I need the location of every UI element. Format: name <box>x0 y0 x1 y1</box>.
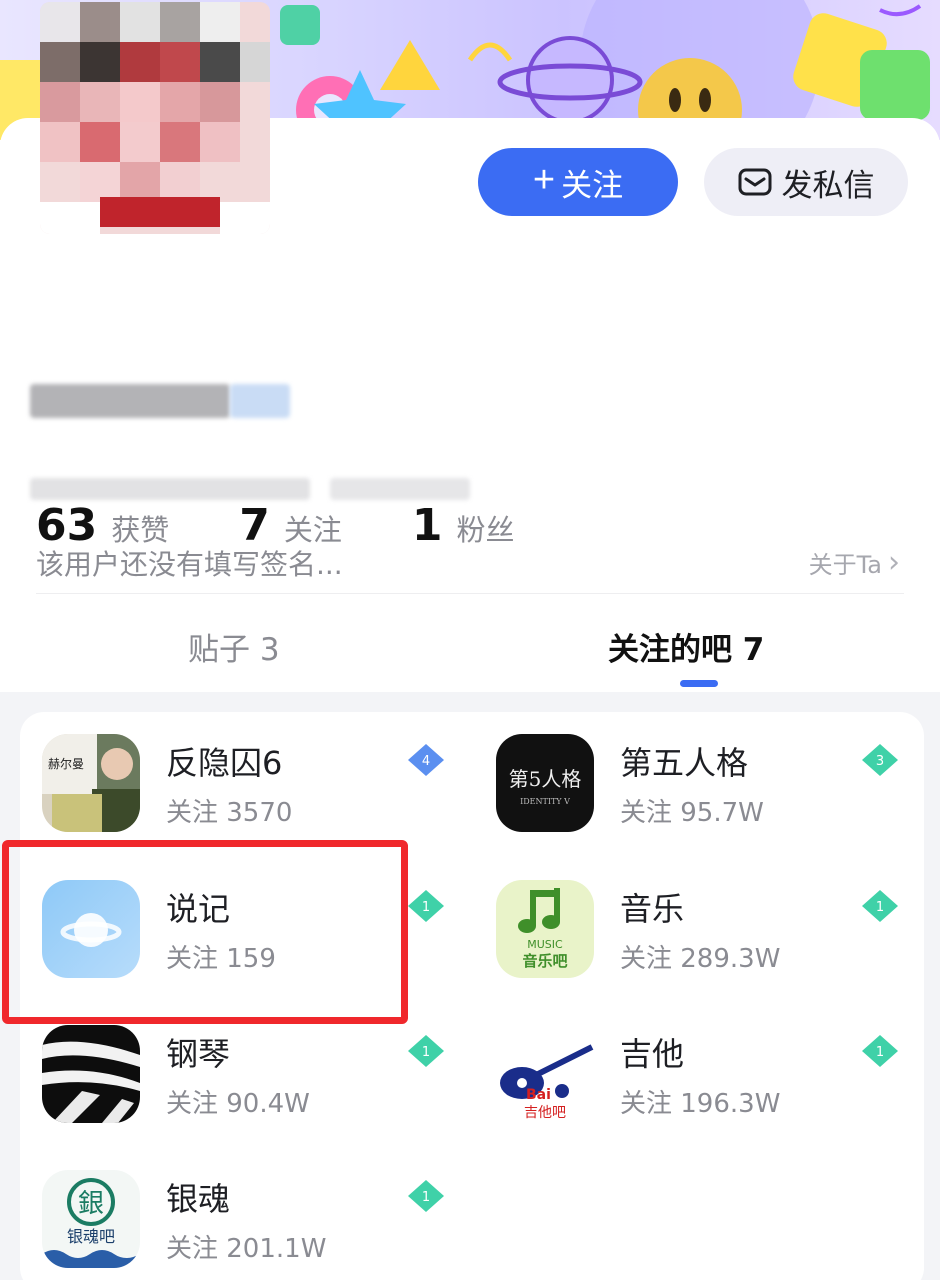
bar-name: 反隐囚6 <box>166 744 283 782</box>
bar-followers: 关注 95.7W <box>620 798 764 828</box>
message-label: 发私信 <box>781 167 875 203</box>
level-number: 1 <box>422 900 430 915</box>
stat-following[interactable]: 7 关注 <box>239 500 342 551</box>
bar-item-fanyinqiu[interactable]: 赫尔曼 反隐囚6 关注 3570 4 <box>42 734 462 844</box>
bar-followers: 关注 196.3W <box>620 1089 781 1119</box>
bar-avatar-title: 第5人格 <box>509 767 582 791</box>
level-badge-icon: 1 <box>408 1180 444 1212</box>
chevron-right-icon: › <box>888 544 900 580</box>
tab-followed-bars[interactable]: 关注的吧 7 <box>608 624 764 669</box>
bar-name: 吉他 <box>620 1035 685 1073</box>
stat-value: 7 <box>239 500 270 551</box>
level-number: 4 <box>422 754 430 769</box>
bar-avatar-caption: 吉他吧 <box>524 1105 566 1121</box>
level-number: 3 <box>876 754 884 769</box>
level-badge-icon: 1 <box>862 1035 898 1067</box>
bar-followers: 关注 3570 <box>166 798 293 828</box>
about-label: 关于Ta <box>808 551 882 579</box>
bar-followers: 关注 201.1W <box>166 1234 327 1264</box>
stat-label: 获赞 <box>111 513 170 547</box>
level-badge-icon: 1 <box>408 890 444 922</box>
bar-avatar: 第5人格 IDENTITY V <box>496 734 594 832</box>
bar-avatar-image: Bai 吉他吧 <box>496 1025 594 1123</box>
bar-name: 音乐 <box>620 890 685 928</box>
bar-avatar-brand: Bai <box>526 1087 551 1103</box>
bar-avatar-image: MUSIC 音乐吧 <box>496 880 594 978</box>
bar-item-identity-v[interactable]: 第5人格 IDENTITY V 第五人格 关注 95.7W 3 <box>496 734 916 844</box>
username-redacted <box>30 376 292 426</box>
bar-avatar-image: 赫尔曼 <box>42 734 140 832</box>
level-badge-icon: 4 <box>408 744 444 776</box>
message-button[interactable]: 发私信 <box>704 148 908 216</box>
bar-avatar <box>42 1025 140 1123</box>
stat-label: 关注 <box>283 513 342 547</box>
bar-avatar-image <box>42 1025 140 1123</box>
bar-avatar-caption: 赫尔曼 <box>48 756 84 771</box>
divider <box>36 593 904 594</box>
about-link[interactable]: 关于Ta › <box>809 545 900 580</box>
stat-fans[interactable]: 1 粉丝 <box>412 500 515 551</box>
bar-name: 第五人格 <box>620 744 749 782</box>
level-number: 1 <box>876 900 884 915</box>
bar-item-guitar[interactable]: Bai 吉他吧 吉他 关注 196.3W 1 <box>496 1025 916 1135</box>
stat-likes[interactable]: 63 获赞 <box>36 500 169 551</box>
tab-posts[interactable]: 贴子 3 <box>188 624 280 669</box>
bar-avatar: 赫尔曼 <box>42 734 140 832</box>
bar-avatar: 銀 银魂吧 <box>42 1170 140 1268</box>
level-number: 1 <box>422 1190 430 1205</box>
plus-icon: + <box>532 159 556 201</box>
bar-followers: 关注 289.3W <box>620 944 781 974</box>
level-number: 1 <box>422 1045 430 1060</box>
bar-avatar-subtitle: IDENTITY V <box>520 797 570 806</box>
bar-item-music[interactable]: MUSIC 音乐吧 音乐 关注 289.3W 1 <box>496 880 916 990</box>
user-stats: 63 获赞 7 关注 1 粉丝 <box>36 500 585 551</box>
avatar-pixelated-image <box>40 2 270 234</box>
bar-avatar-caption: 音乐吧 <box>522 952 567 970</box>
bar-avatar-caption: 银魂吧 <box>67 1227 115 1246</box>
highlight-box <box>2 840 408 1024</box>
mail-icon <box>738 168 771 196</box>
bar-avatar: MUSIC 音乐吧 <box>496 880 594 978</box>
avatar[interactable] <box>40 2 270 234</box>
level-number: 1 <box>876 1045 884 1060</box>
bar-avatar: Bai 吉他吧 <box>496 1025 594 1123</box>
bar-avatar-seal: 銀 <box>78 1189 104 1219</box>
bar-avatar-image: 第5人格 IDENTITY V <box>496 734 594 832</box>
stat-value: 1 <box>411 500 443 551</box>
stat-value: 63 <box>36 500 98 551</box>
stat-label: 粉丝 <box>456 513 515 547</box>
level-badge-icon: 1 <box>408 1035 444 1067</box>
bar-avatar-caption-en: MUSIC <box>527 938 563 951</box>
tab-active-indicator <box>680 680 718 687</box>
bar-followers: 关注 90.4W <box>166 1089 310 1119</box>
bar-avatar-image: 銀 银魂吧 <box>42 1170 140 1268</box>
bar-item-piano[interactable]: 钢琴 关注 90.4W 1 <box>42 1025 462 1135</box>
profile-tabs: 贴子 3 关注的吧 7 <box>0 600 940 692</box>
follow-button[interactable]: + 关注 <box>478 148 678 216</box>
level-badge-icon: 3 <box>862 744 898 776</box>
level-badge-icon: 1 <box>862 890 898 922</box>
bar-name: 银魂 <box>166 1180 231 1218</box>
bar-name: 钢琴 <box>166 1035 231 1073</box>
follow-label: 关注 <box>561 167 624 203</box>
bar-item-gintama[interactable]: 銀 银魂吧 银魂 关注 201.1W 1 <box>42 1170 462 1280</box>
